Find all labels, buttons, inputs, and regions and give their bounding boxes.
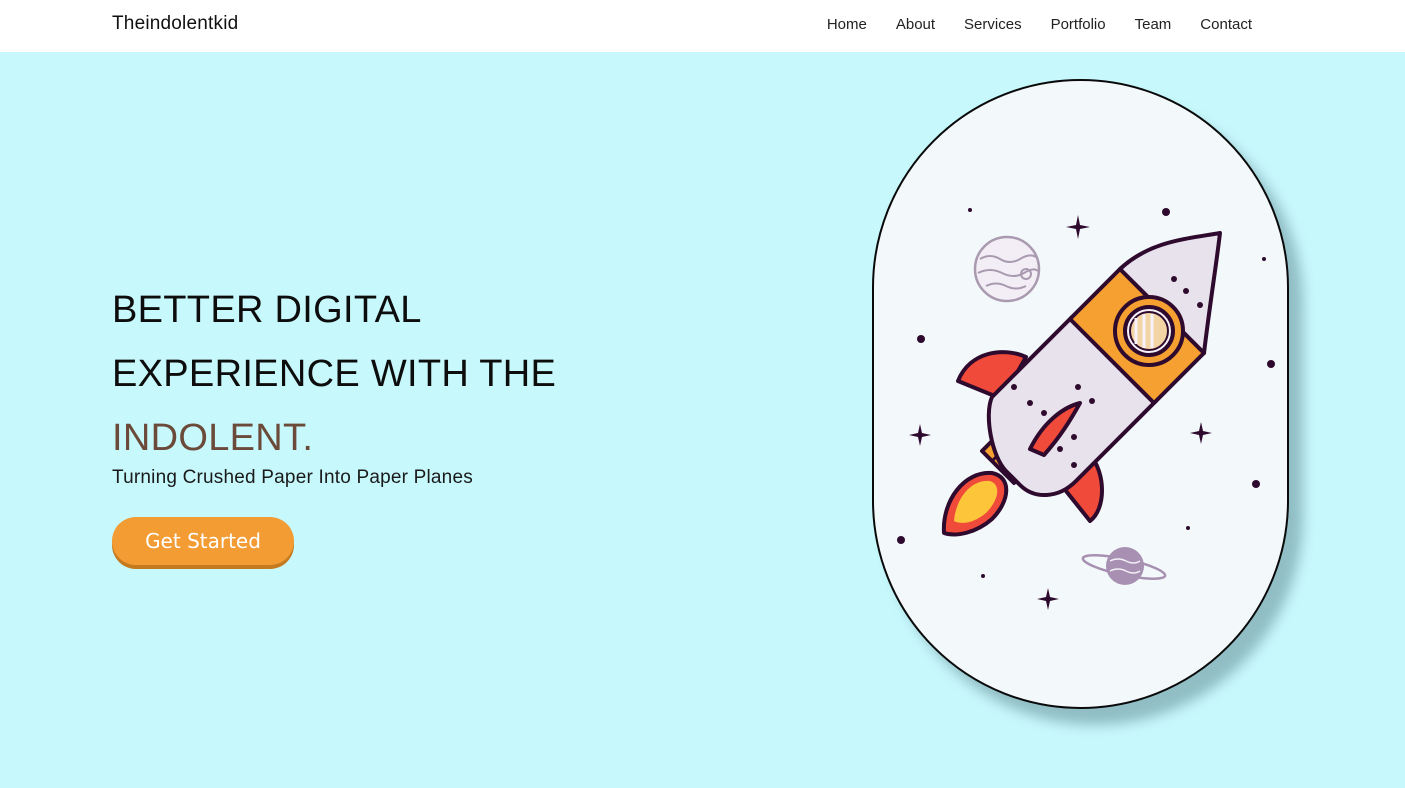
rocket-illustration	[897, 208, 1275, 610]
nav-link-about[interactable]: About	[896, 16, 935, 33]
get-started-button[interactable]: Get Started	[112, 517, 294, 565]
hero-headline: BETTER DIGITAL EXPERIENCE WITH THE INDOL…	[112, 278, 556, 470]
headline-line-2: EXPERIENCE WITH THE	[112, 353, 557, 395]
headline-accent: INDOLENT.	[112, 417, 314, 459]
hero-section: BETTER DIGITAL EXPERIENCE WITH THE INDOL…	[0, 52, 1405, 788]
brand-logo[interactable]: Theindolentkid	[112, 13, 238, 35]
nav-link-portfolio[interactable]: Portfolio	[1051, 16, 1106, 33]
nav-menu: Home About Services Portfolio Team Conta…	[827, 16, 1252, 34]
nav-item-contact: Contact	[1200, 16, 1252, 34]
hero-tagline: Turning Crushed Paper Into Paper Planes	[112, 467, 473, 488]
nav-item-portfolio: Portfolio	[1051, 16, 1106, 34]
navbar: Theindolentkid Home About Services Portf…	[0, 0, 1405, 52]
headline-line-1: BETTER DIGITAL	[112, 289, 422, 331]
nav-item-home: Home	[827, 16, 867, 34]
nav-item-about: About	[896, 16, 935, 34]
nav-link-home[interactable]: Home	[827, 16, 867, 33]
nav-link-contact[interactable]: Contact	[1200, 16, 1252, 33]
nav-item-team: Team	[1135, 16, 1172, 34]
nav-link-services[interactable]: Services	[964, 16, 1022, 33]
planet-bottom	[1081, 547, 1167, 585]
planet-top	[973, 235, 1041, 303]
illustration-frame	[872, 79, 1289, 709]
nav-link-team[interactable]: Team	[1135, 16, 1172, 33]
nav-item-services: Services	[964, 16, 1022, 34]
